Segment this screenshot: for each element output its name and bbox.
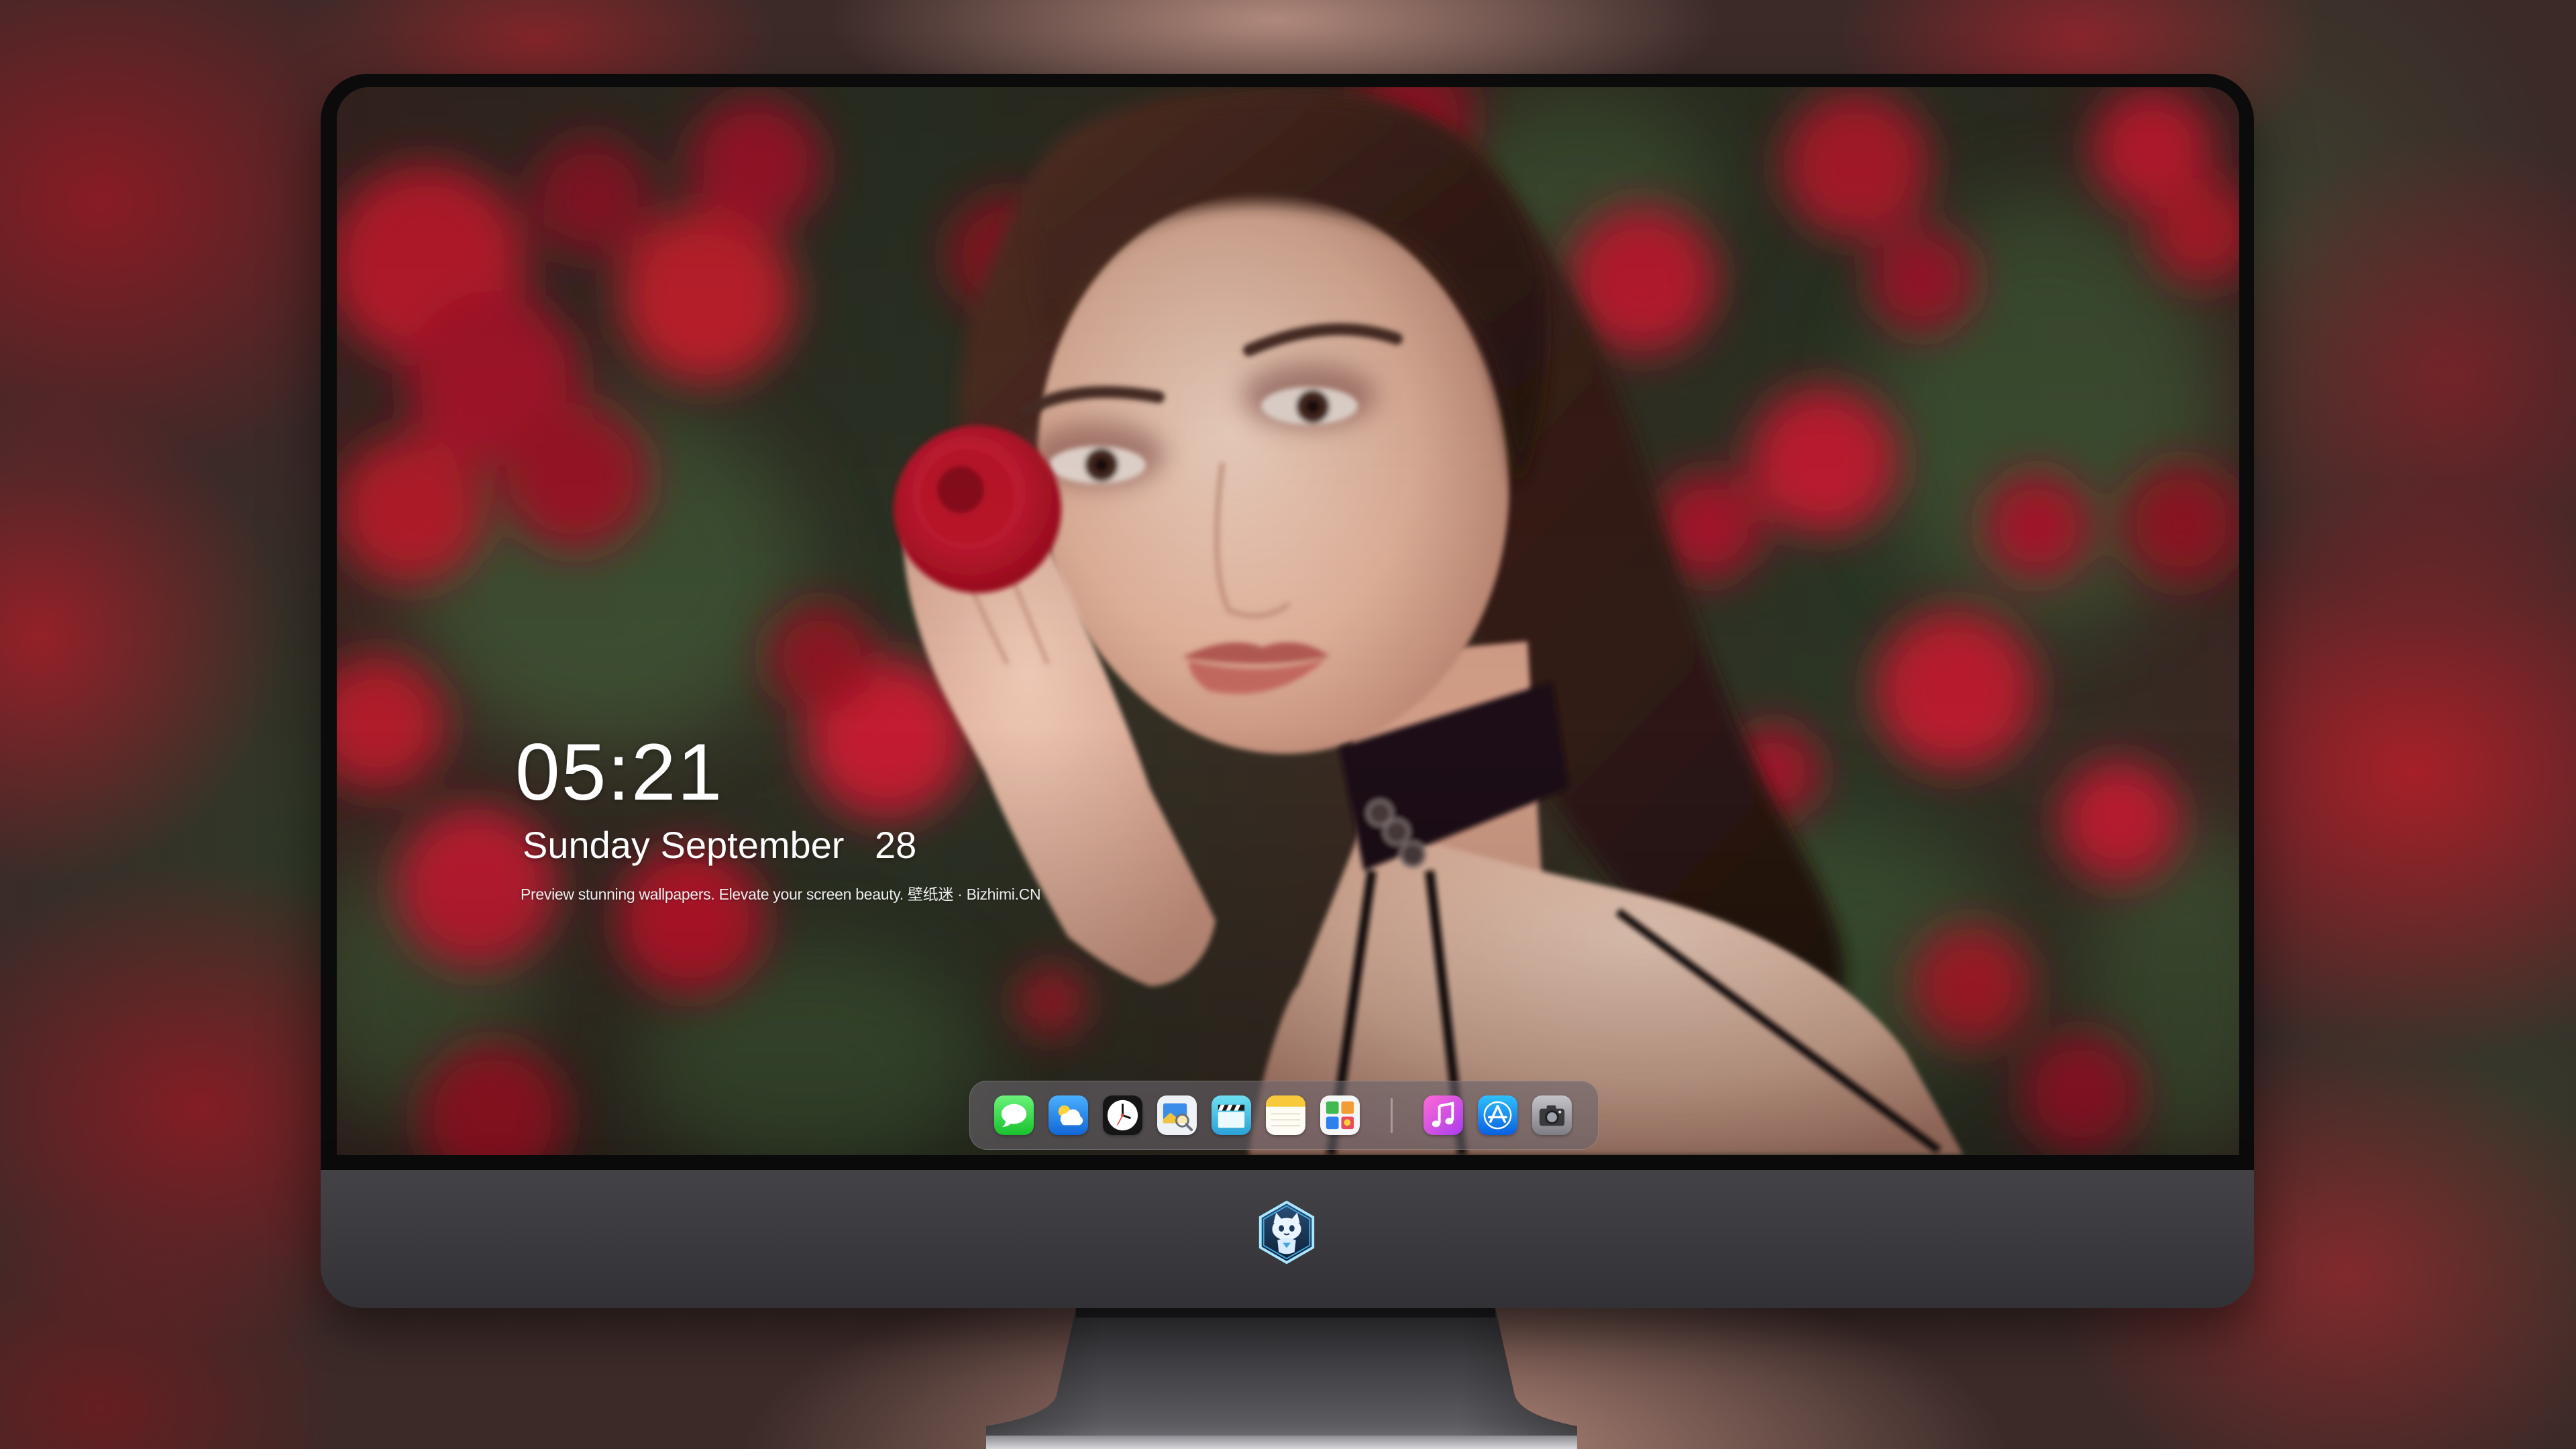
- lock-date-weekday: Sunday: [523, 824, 650, 866]
- music-icon[interactable]: [1424, 1095, 1463, 1135]
- monitor-bezel: 05:21 Sunday September 28 Preview stunni…: [321, 74, 2254, 1170]
- lock-date-month: September: [660, 824, 845, 866]
- wallpaper-photo: [337, 87, 2239, 1155]
- lock-screen[interactable]: 05:21 Sunday September 28 Preview stunni…: [337, 87, 2239, 1155]
- photo-gallery-icon[interactable]: [1320, 1095, 1360, 1135]
- clock-icon[interactable]: [1103, 1095, 1142, 1135]
- camera-icon[interactable]: [1532, 1095, 1572, 1135]
- lock-clock-time: 05:21: [515, 727, 724, 817]
- mascot-logo-icon: [1254, 1199, 1320, 1265]
- app-store-icon[interactable]: [1478, 1095, 1517, 1135]
- preview-icon[interactable]: [1157, 1095, 1197, 1135]
- weather-icon[interactable]: [1049, 1095, 1088, 1135]
- monitor-stand: [986, 1308, 1577, 1449]
- messages-icon[interactable]: [994, 1095, 1034, 1135]
- lock-date-day: 28: [875, 824, 917, 866]
- dock-separator: [1391, 1097, 1393, 1133]
- wallpaper-tagline: Preview stunning wallpapers. Elevate you…: [521, 885, 1041, 903]
- dock: [969, 1081, 1599, 1150]
- lock-date: Sunday September 28: [523, 826, 916, 864]
- monitor-chin: [321, 1170, 2254, 1308]
- notes-icon[interactable]: [1266, 1095, 1305, 1135]
- monitor: 05:21 Sunday September 28 Preview stunni…: [321, 74, 2254, 1308]
- video-clapper-icon[interactable]: [1212, 1095, 1251, 1135]
